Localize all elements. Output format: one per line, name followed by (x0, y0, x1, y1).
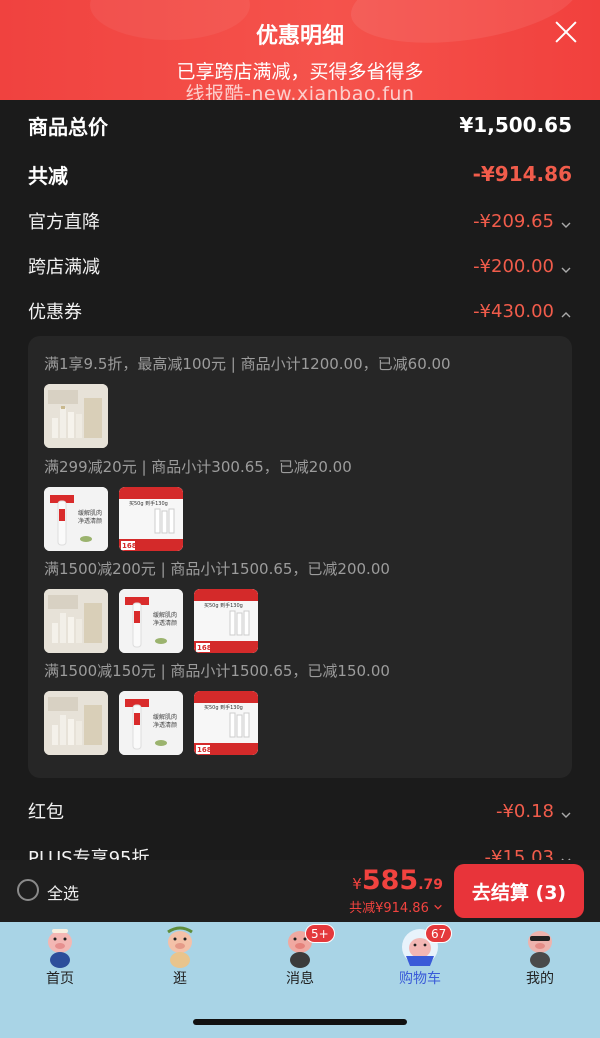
cart-badge: 67 (425, 924, 453, 943)
product-thumbnail[interactable]: 买50g 到手130g 168 (194, 691, 258, 755)
total-price-row: 商品总价 ¥1,500.65 (28, 110, 572, 140)
svg-text:168: 168 (197, 746, 212, 754)
select-all-label[interactable]: 全选 (47, 880, 79, 904)
svg-text:缓解肌肉: 缓解肌肉 (153, 713, 177, 721)
discount-detail-header: 优惠明细 已享跨店满减，买得多省得多 线报酷-new.xianbao.fun (0, 0, 600, 100)
home-indicator (193, 1019, 407, 1025)
detail-label: PLUS专享95折 (28, 848, 150, 860)
detail-value: -¥0.18 (495, 800, 554, 822)
product-thumbnail[interactable]: 买50g 到手130g 168 (194, 589, 258, 653)
svg-text:缓解肌肉: 缓解肌肉 (153, 611, 177, 619)
close-button[interactable] (554, 20, 578, 44)
home-mascot-icon (40, 926, 80, 968)
currency-symbol: ¥ (352, 875, 362, 893)
chevron-down-icon (560, 851, 572, 860)
coupon-breakdown: 满1享9.5折，最高减100元 | 商品小计1200.00，已减60.00 满2… (28, 336, 572, 778)
svg-text:净透清颜: 净透清颜 (78, 517, 102, 525)
svg-text:净透清颜: 净透清颜 (153, 619, 177, 627)
detail-label: 官方直降 (28, 212, 100, 233)
browse-mascot-icon (160, 926, 200, 968)
price-integer: 585 (361, 865, 419, 896)
saved-amount: 共减¥914.86 (349, 901, 429, 916)
checkout-bar: 全选 ¥ 585 .79 共减¥914.86 去结算 (3) (0, 860, 600, 922)
detail-row-cross-store[interactable]: 跨店满减 -¥200.00 (28, 251, 572, 281)
detail-row-red-packet[interactable]: 红包 -¥0.18 (28, 796, 572, 826)
total-payable: ¥ 585 .79 (352, 865, 443, 896)
detail-row-official[interactable]: 官方直降 -¥209.65 (28, 206, 572, 236)
chevron-up-icon (560, 305, 572, 318)
product-thumbnail[interactable]: 缓解肌肉 净透清颜 (44, 487, 108, 551)
tab-home[interactable]: 首页 (0, 922, 120, 992)
tab-label: 消息 (286, 971, 314, 987)
product-thumbnail[interactable]: 缓解肌肉 净透清颜 (119, 589, 183, 653)
total-reduced-label: 共减 (28, 163, 68, 188)
checkout-button[interactable]: 去结算 (3) (454, 864, 584, 918)
product-thumbnail[interactable] (44, 384, 108, 448)
profile-mascot-icon (520, 926, 560, 968)
detail-value: -¥200.00 (473, 255, 554, 277)
detail-value: -¥430.00 (473, 300, 554, 322)
product-thumbnail[interactable] (44, 589, 108, 653)
coupon-rule: 满1享9.5折，最高减100元 | 商品小计1200.00，已减60.00 (44, 355, 451, 373)
svg-text:买50g 到手130g: 买50g 到手130g (129, 500, 168, 507)
coupon-rule: 满1500减200元 | 商品小计1500.65，已减200.00 (44, 560, 390, 578)
tab-messages[interactable]: 5+ 消息 (240, 922, 360, 992)
product-thumbnail[interactable]: 缓解肌肉 净透清颜 (119, 691, 183, 755)
saved-amount-toggle[interactable]: 共减¥914.86 (349, 897, 443, 916)
chevron-down-icon (560, 260, 572, 273)
tab-label: 逛 (173, 971, 187, 987)
detail-label: 优惠券 (28, 302, 82, 323)
tab-label: 购物车 (399, 971, 441, 987)
detail-row-plus[interactable]: PLUS专享95折 -¥15.03 (28, 842, 572, 860)
chevron-down-icon (433, 901, 443, 911)
detail-value: -¥15.03 (484, 846, 554, 861)
product-thumbnail[interactable] (44, 691, 108, 755)
svg-text:净透清颜: 净透清颜 (153, 721, 177, 729)
detail-value: -¥209.65 (473, 210, 554, 232)
page-title: 优惠明细 (255, 24, 344, 49)
tab-cart[interactable]: 67 购物车 (360, 922, 480, 992)
product-thumbnail[interactable]: 买50g 到手130g 168 (119, 487, 183, 551)
svg-text:买50g 到手130g: 买50g 到手130g (204, 704, 243, 711)
total-price-label: 商品总价 (28, 114, 108, 139)
svg-text:168: 168 (197, 644, 212, 652)
chevron-down-icon (560, 215, 572, 228)
svg-text:买50g 到手130g: 买50g 到手130g (204, 602, 243, 609)
svg-text:168: 168 (122, 542, 137, 550)
coupon-rule: 满1500减150元 | 商品小计1500.65，已减150.00 (44, 662, 390, 680)
total-price-value: ¥1,500.65 (459, 113, 572, 137)
discount-panel: 商品总价 ¥1,500.65 共减 -¥914.86 官方直降 -¥209.65… (0, 100, 600, 860)
select-all-checkbox[interactable] (17, 879, 39, 901)
tab-browse[interactable]: 逛 (120, 922, 240, 992)
total-reduced-value: -¥914.86 (472, 162, 572, 186)
detail-label: 红包 (28, 802, 64, 823)
tab-profile[interactable]: 我的 (480, 922, 600, 992)
tab-label: 首页 (46, 971, 74, 987)
detail-label: 跨店满减 (28, 257, 100, 278)
price-decimal: .79 (418, 877, 443, 893)
message-badge: 5+ (305, 924, 335, 943)
svg-text:缓解肌肉: 缓解肌肉 (78, 509, 102, 517)
chevron-down-icon (560, 805, 572, 818)
total-reduced-row: 共减 -¥914.86 (28, 159, 572, 189)
detail-row-coupon[interactable]: 优惠券 -¥430.00 (28, 296, 572, 326)
coupon-rule: 满299减20元 | 商品小计300.65，已减20.00 (44, 458, 352, 476)
tab-label: 我的 (526, 971, 554, 987)
watermark-text: 线报酷-new.xianbao.fun (185, 83, 415, 100)
